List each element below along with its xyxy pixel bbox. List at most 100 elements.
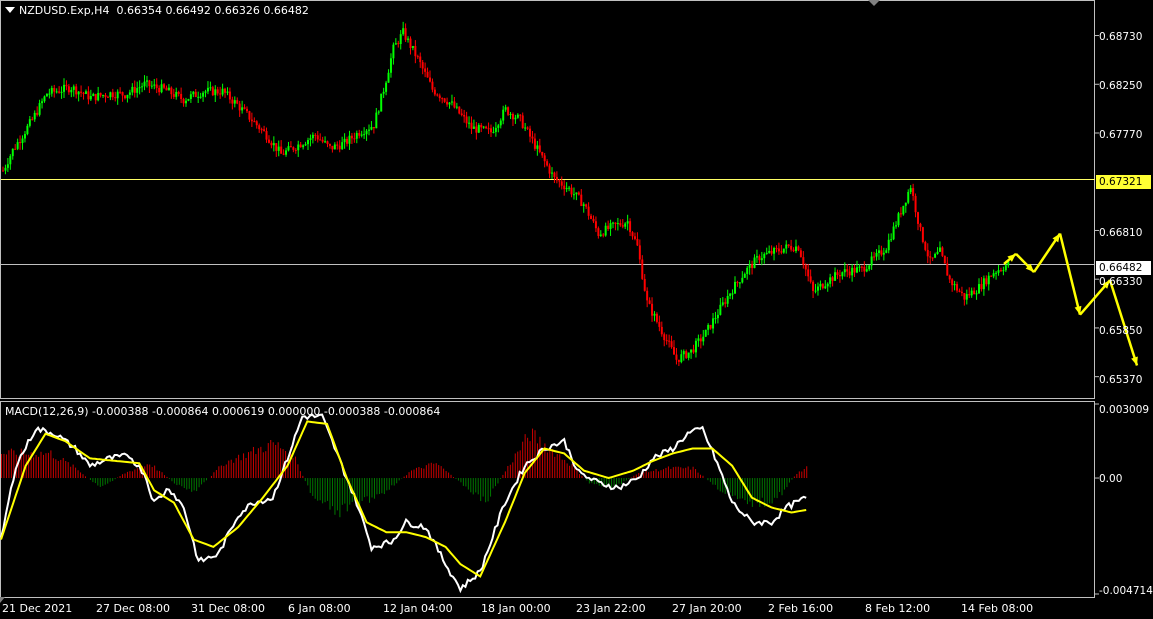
candle-bear (709, 324, 712, 329)
candle-bear (651, 303, 654, 316)
time-axis-tick: 18 Jan 00:00 (481, 602, 551, 615)
candle-bear (316, 135, 319, 140)
candle-bull (392, 44, 395, 59)
trading-chart-canvas[interactable] (0, 0, 1153, 619)
candle-bull (499, 120, 502, 126)
candle-bull (841, 272, 844, 277)
price-axis-tick: 0.68250 (1099, 80, 1143, 92)
candle-bull (514, 117, 517, 120)
candle-bull (875, 252, 878, 257)
candle-bull (221, 88, 224, 95)
candle-bull (509, 113, 512, 115)
candle-bull (43, 96, 46, 102)
candle-bear (951, 279, 954, 286)
candle-bear (804, 264, 807, 270)
candle-bull (333, 144, 336, 150)
price-axis-tick: 0.65370 (1099, 374, 1143, 386)
candle-bull (363, 134, 366, 136)
candle-bear (87, 91, 90, 100)
candle-bull (482, 126, 485, 128)
candle-bull (285, 150, 288, 155)
candle-bear (807, 269, 810, 277)
candle-bull (995, 272, 998, 274)
candle-bear (619, 223, 622, 226)
candle-bear (941, 247, 944, 256)
candle-bull (694, 340, 697, 353)
candle-bull (773, 248, 776, 254)
candle-bull (377, 111, 380, 113)
candle-bear (973, 290, 976, 295)
candle-bear (641, 259, 644, 279)
candle-bear (736, 281, 739, 283)
candle-bear (416, 56, 419, 58)
candle-bear (594, 221, 597, 229)
candle-bear (570, 187, 573, 195)
candle-bull (765, 252, 768, 254)
dropdown-triangle-icon[interactable] (5, 7, 15, 13)
candle-bear (665, 340, 668, 342)
candle-bear (480, 125, 483, 128)
candle-bear (485, 126, 488, 129)
candle-bear (948, 275, 951, 280)
candle-bull (187, 99, 190, 101)
candle-bear (597, 228, 600, 236)
candle-bull (877, 250, 880, 253)
candle-bear (658, 321, 661, 327)
candle-bear (546, 161, 549, 166)
candle-bear (670, 341, 673, 348)
candle-bear (563, 185, 566, 190)
candle-bear (104, 95, 107, 97)
candle-bear (860, 266, 863, 268)
candle-bear (267, 139, 270, 143)
candle-bull (241, 107, 244, 111)
candle-bear (248, 111, 251, 120)
candle-bull (753, 257, 756, 269)
candle-bull (138, 87, 141, 89)
candle-bear (463, 114, 466, 117)
candle-bull (394, 43, 397, 45)
candle-bear (443, 98, 446, 102)
candle-bear (553, 172, 556, 177)
candle-bull (965, 294, 968, 300)
time-axis-tick: 14 Feb 08:00 (961, 602, 1034, 615)
time-axis-tick: 31 Dec 08:00 (191, 602, 265, 615)
candle-bull (982, 278, 985, 290)
candle-bear (943, 255, 946, 264)
candle-bear (921, 227, 924, 242)
candle-bear (636, 238, 639, 246)
candle-bear (114, 97, 117, 99)
candle-bull (89, 96, 92, 100)
candle-bear (182, 98, 185, 104)
candle-bear (421, 62, 424, 69)
candle-bull (992, 273, 995, 277)
candle-bear (260, 129, 263, 131)
candle-bull (28, 119, 31, 126)
candle-bull (536, 145, 539, 149)
candle-bull (997, 270, 1000, 273)
candle-bear (319, 139, 322, 141)
candle-bull (502, 109, 505, 121)
candle-bull (38, 103, 41, 115)
candle-bear (787, 244, 790, 246)
candle-bull (307, 140, 309, 145)
candle-bear (999, 270, 1002, 272)
candle-bear (853, 267, 856, 273)
candle-bear (75, 86, 78, 95)
candle-bear (419, 56, 422, 63)
candle-bear (751, 264, 754, 269)
candle-bull (102, 95, 105, 97)
candle-bear (441, 98, 444, 100)
candle-bear (577, 192, 580, 195)
candle-bear (646, 290, 649, 301)
candle-bull (843, 269, 846, 273)
candle-bull (309, 138, 312, 141)
candle-bear (326, 141, 329, 144)
candle-bear (397, 43, 400, 45)
candle-bear (648, 300, 651, 304)
candle-bull (763, 253, 766, 259)
candle-bull (612, 222, 614, 224)
candle-bear (917, 212, 919, 224)
candle-bull (277, 146, 280, 151)
candle-bull (704, 329, 707, 337)
candle-bull (768, 250, 771, 253)
